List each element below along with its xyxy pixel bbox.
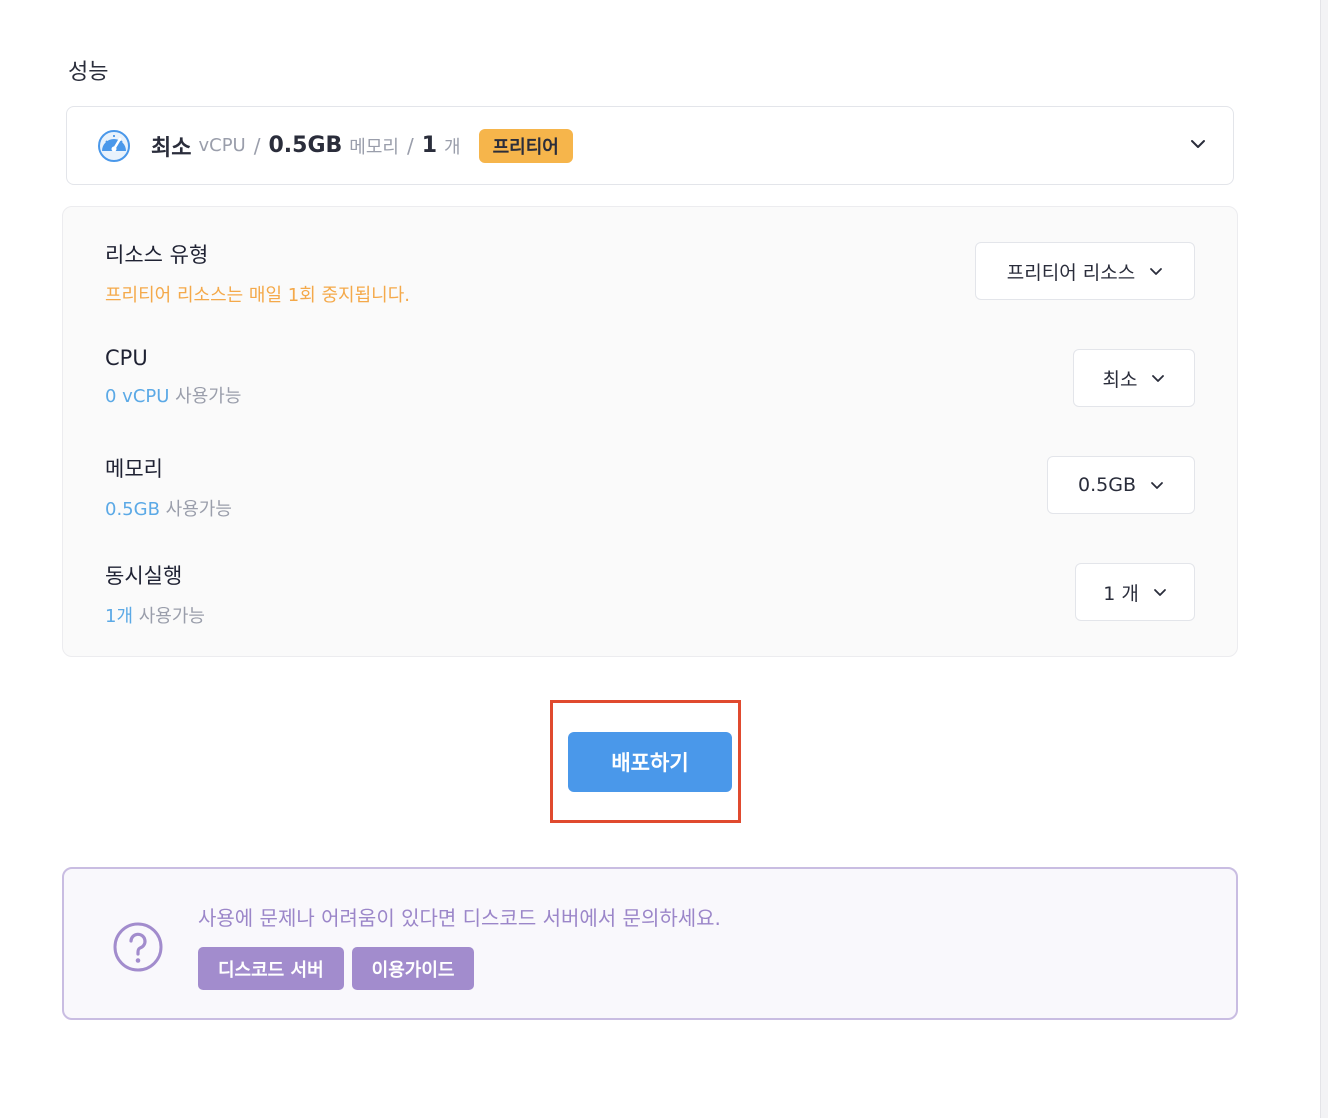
summary-memory: 0.5GB — [268, 133, 343, 158]
chevron-down-icon — [1150, 268, 1163, 275]
cpu-row: CPU 0 vCPU 사용가능 최소 — [105, 346, 1195, 426]
concurrency-select[interactable]: 1 개 — [1075, 563, 1195, 621]
resource-settings-panel: 리소스 유형 프리티어 리소스는 매일 1회 중지됩니다. 프리티어 리소스 C… — [62, 206, 1238, 657]
window-edge — [1320, 0, 1328, 1118]
cpu-select[interactable]: 최소 — [1073, 349, 1195, 407]
resource-type-select[interactable]: 프리티어 리소스 — [975, 242, 1195, 300]
memory-select-value: 0.5GB — [1078, 474, 1136, 496]
section-title: 성능 — [68, 60, 109, 85]
cpu-available: 0 vCPU 사용가능 — [105, 382, 1195, 408]
chevron-down-icon — [1151, 482, 1163, 489]
summary-level: 최소 — [151, 135, 192, 161]
help-buttons: 디스코드 서버 이용가이드 — [198, 947, 475, 990]
cpu-label: CPU — [105, 346, 148, 370]
free-tier-badge: 프리티어 — [478, 128, 573, 163]
chevron-down-icon — [1153, 589, 1166, 596]
memory-row: 메모리 0.5GB 사용가능 0.5GB — [105, 453, 1195, 533]
discord-server-button[interactable]: 디스코드 서버 — [198, 947, 344, 990]
summary-separator-2: / — [406, 133, 414, 158]
summary-separator: / — [253, 133, 261, 158]
cpu-select-value: 최소 — [1102, 368, 1138, 391]
memory-available-suffix: 사용가능 — [165, 499, 232, 520]
help-text: 사용에 문제나 어려움이 있다면 디스코드 서버에서 문의하세요. — [198, 906, 721, 930]
concurrency-available: 1개 사용가능 — [105, 602, 1195, 628]
performance-summary-dropdown[interactable]: 최소 vCPU / 0.5GB 메모리 / 1 개 프리티어 — [66, 106, 1234, 185]
memory-available-value: 0.5GB — [105, 499, 160, 520]
resource-type-row: 리소스 유형 프리티어 리소스는 매일 1회 중지됩니다. 프리티어 리소스 — [105, 239, 1195, 319]
concurrency-label: 동시실행 — [105, 564, 183, 588]
question-circle-icon — [113, 922, 163, 972]
resource-type-select-value: 프리티어 리소스 — [1006, 261, 1136, 284]
summary-cpu-unit: vCPU — [198, 135, 246, 156]
concurrency-select-value: 1 개 — [1103, 582, 1139, 605]
chevron-down-icon — [1191, 140, 1205, 148]
summary-count: 1 — [421, 133, 438, 158]
chevron-down-icon — [1152, 375, 1165, 382]
cpu-available-value: 0 vCPU — [105, 386, 170, 407]
memory-available: 0.5GB 사용가능 — [105, 495, 1195, 521]
help-box: 사용에 문제나 어려움이 있다면 디스코드 서버에서 문의하세요. 디스코드 서… — [62, 867, 1238, 1020]
speedometer-icon — [98, 129, 130, 162]
summary-memory-unit: 메모리 — [349, 136, 399, 158]
user-guide-button[interactable]: 이용가이드 — [351, 947, 475, 990]
deploy-button[interactable]: 배포하기 — [568, 732, 732, 792]
cpu-available-suffix: 사용가능 — [175, 386, 242, 407]
memory-label: 메모리 — [105, 457, 163, 481]
summary-count-unit: 개 — [444, 136, 461, 158]
memory-select[interactable]: 0.5GB — [1047, 456, 1195, 514]
concurrency-available-suffix: 사용가능 — [138, 606, 205, 627]
concurrency-row: 동시실행 1개 사용가능 1 개 — [105, 560, 1195, 640]
concurrency-available-value: 1개 — [105, 606, 134, 627]
